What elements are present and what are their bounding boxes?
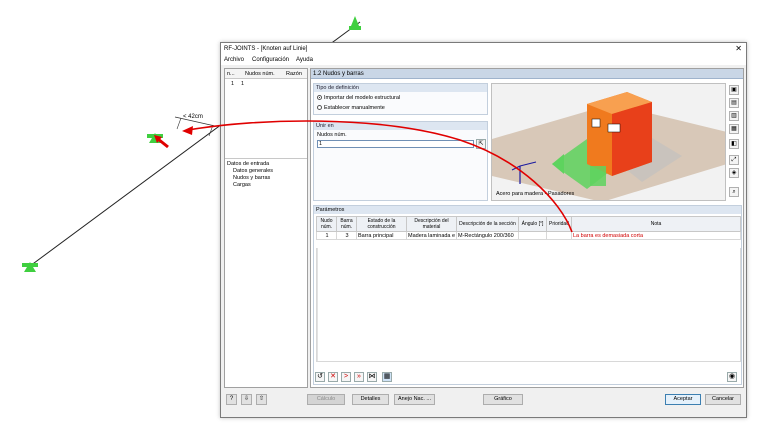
callout-arrow — [182, 120, 573, 233]
